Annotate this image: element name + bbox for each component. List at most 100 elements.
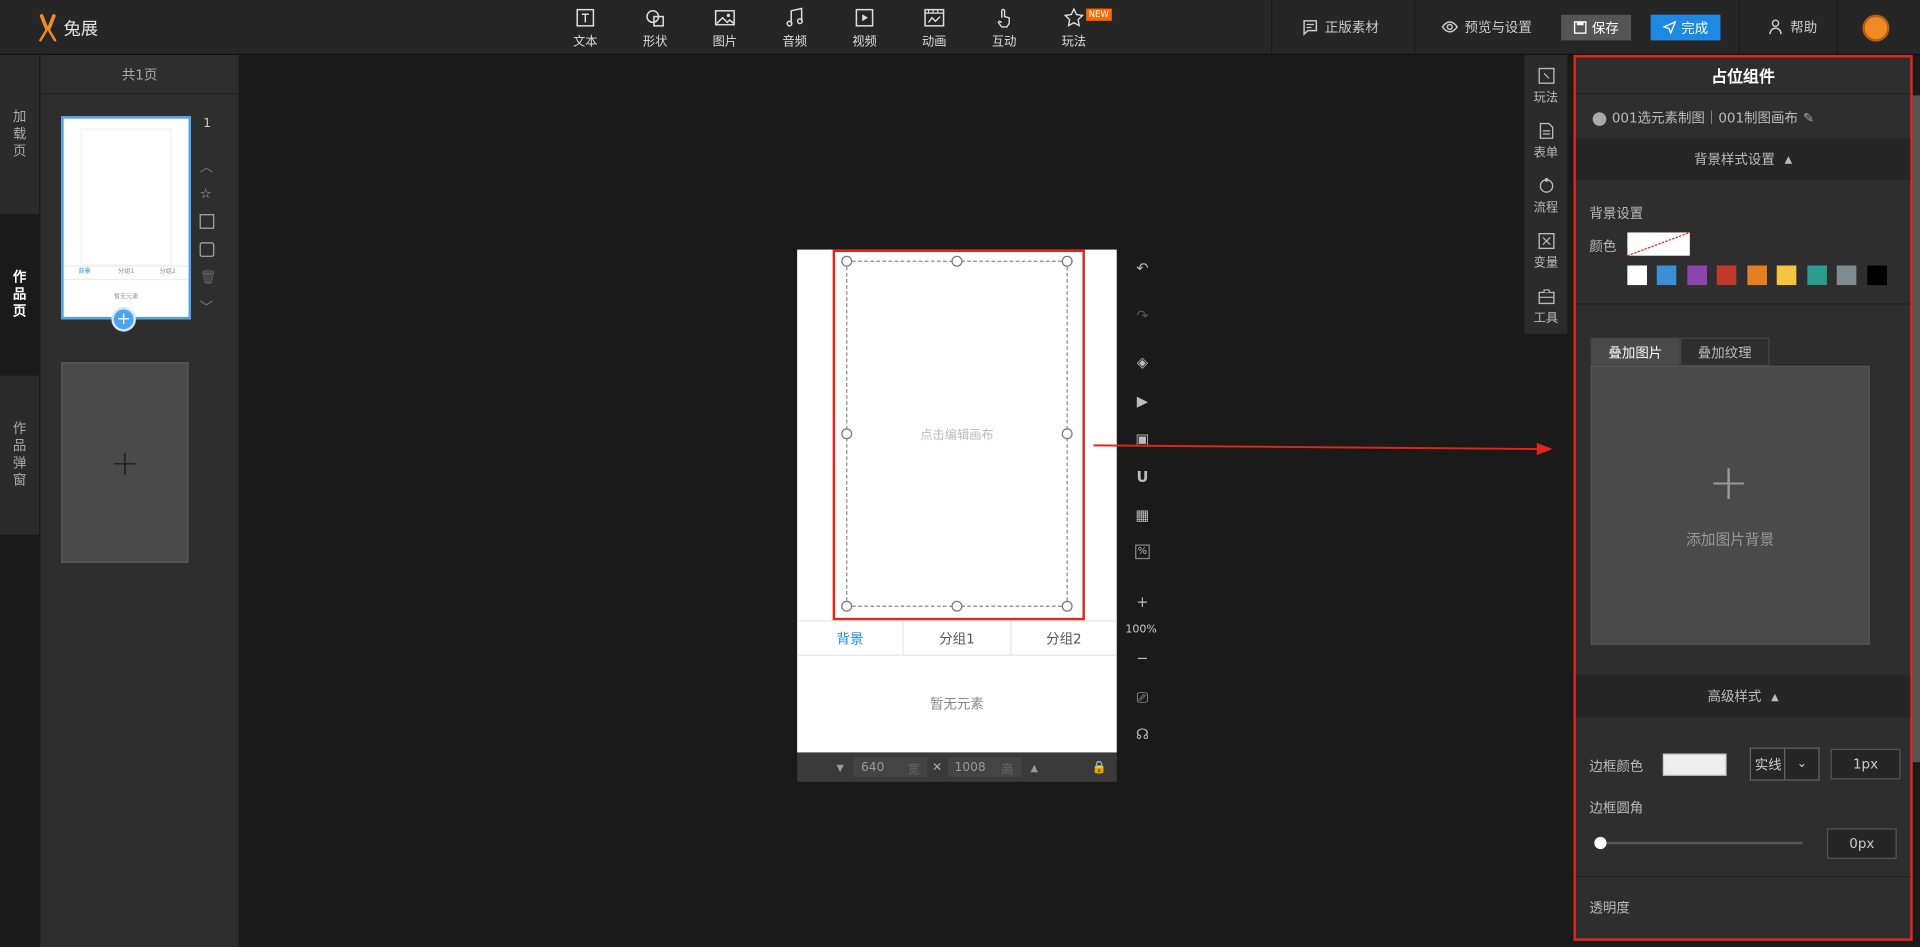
panel-scrollbar[interactable] [1912,95,1920,763]
border-radius-input[interactable]: 0px [1826,828,1897,859]
mini-tools[interactable]: 工具 [1525,279,1568,333]
tool-animation[interactable]: 动画 [910,7,959,49]
resize-handle-tr[interactable] [1061,255,1073,267]
pages-count: 共1页 [40,55,239,95]
tool-video[interactable]: 视频 [840,7,889,49]
tool-text[interactable]: 文本 [561,7,610,49]
empty-elements-text: 暂无元素 [930,696,984,713]
resize-handle-tl[interactable] [841,255,853,267]
canvas-tab-group2[interactable]: 分组2 [1011,622,1117,655]
app-name: 兔展 [63,19,98,40]
tab-loading-page[interactable]: 加载页 [0,55,40,215]
add-page-after-button[interactable]: + [111,307,136,332]
mini-variable[interactable]: 变量 [1525,224,1568,278]
layers-icon[interactable]: ◈ [1133,354,1153,374]
page-thumbnail[interactable]: 背景 分组1 分组2 暂无元素 [61,116,192,320]
bg-style-section-header[interactable]: 背景样式设置 ▲ [1575,138,1911,180]
toolbox-icon [1537,288,1554,304]
new-page-button[interactable]: + [61,362,189,563]
selection-highlight [832,249,1085,621]
caret-up-icon[interactable]: ▲ [1030,762,1038,773]
lock-icon[interactable]: 🔒 [1092,760,1107,773]
canvas-tab-background[interactable]: 背景 [797,621,905,655]
swatch-yellow[interactable] [1776,265,1797,286]
component-path: ⬤ 001选元素制图｜001制图画布 ✎ [1591,109,1815,127]
tool-image[interactable]: 图片 [700,7,749,49]
save-button[interactable]: 保存 [1561,14,1632,41]
delete-page-icon[interactable]: 🗑 [200,269,217,285]
zoom-level: 100% [1125,623,1157,637]
resize-handle-br[interactable] [1061,600,1073,612]
width-input[interactable]: 640 宽 [853,757,928,777]
canvas-tab-group1[interactable]: 分组1 [904,621,1012,655]
variable-icon [1537,232,1554,249]
copy-page-icon[interactable] [199,242,215,257]
section-divider [1575,876,1911,878]
swatch-blue[interactable] [1656,265,1677,286]
swatch-gray[interactable] [1836,265,1857,286]
swatch-orange[interactable] [1747,265,1767,286]
image-icon [714,10,735,26]
resize-handle-r[interactable] [1061,428,1073,440]
thumb-tabs: 背景 分组1 分组2 [63,265,189,281]
mini-form[interactable]: 表单 [1525,114,1568,168]
add-bg-image-label: 添加图片背景 [1686,530,1775,549]
percent-icon[interactable]: % [1135,544,1150,560]
app-logo[interactable]: 兔展 [37,12,98,44]
move-down-icon[interactable]: ﹀ [200,297,215,316]
undo-icon[interactable]: ↶ [1133,259,1153,279]
resize-handle-bl[interactable] [841,600,853,612]
mini-flow[interactable]: 流程 [1525,169,1568,223]
resize-handle-l[interactable] [841,428,853,440]
tab-overlay-texture[interactable]: 叠加纹理 [1680,337,1770,366]
eye-icon [1441,21,1459,33]
resize-handle-t[interactable] [951,255,963,267]
swatch-white[interactable] [1627,265,1647,286]
template-icon[interactable] [199,214,215,229]
advanced-style-section-header[interactable]: 高级样式 ▲ [1575,675,1911,717]
preview-settings-link[interactable]: 预览与设置 [1441,17,1532,37]
swatch-purple[interactable] [1687,265,1707,286]
caret-down-icon[interactable]: ▼ [836,762,844,773]
toolbar-divider [1414,0,1416,56]
border-radius-slider[interactable] [1599,841,1803,845]
edit-pencil-icon[interactable]: ✎ [1803,110,1814,126]
play-icon[interactable]: ▶ [1133,393,1153,413]
redo-icon[interactable]: ↷ [1133,307,1153,327]
slider-handle[interactable] [1594,836,1607,850]
opacity-label: 透明度 [1589,900,1630,917]
zoom-out-icon[interactable]: − [1133,650,1153,670]
animation-icon [924,8,945,27]
swatch-red[interactable] [1716,265,1737,286]
headset-icon[interactable]: ☊ [1133,726,1153,746]
resize-handle-b[interactable] [951,600,963,612]
tool-audio[interactable]: 音频 [770,7,819,49]
annotation-arrow [1093,442,1553,456]
tab-work-popup[interactable]: 作品弹窗 [0,375,40,535]
transparent-color-icon [1627,231,1691,257]
tool-interact[interactable]: 互动 [980,7,1029,49]
border-width-input[interactable]: 1px [1830,748,1901,780]
tool-shape[interactable]: 形状 [631,7,680,49]
color-picker[interactable] [1627,231,1691,257]
height-input[interactable]: 1008 高 [947,757,1021,777]
done-button[interactable]: 完成 [1650,14,1721,41]
swatch-black[interactable] [1867,265,1887,286]
help-link[interactable]: 帮助 [1767,17,1817,37]
favorite-star-icon[interactable]: ☆ [200,186,215,202]
border-color-picker[interactable] [1662,753,1727,776]
hand-icon [997,8,1010,28]
swatch-teal[interactable] [1807,265,1827,286]
preview-screen-icon[interactable]: ⎚ [1133,689,1153,709]
licensed-assets-link[interactable]: 正版素材 [1302,17,1379,37]
border-style-select[interactable]: 实线 ⌄ [1749,747,1820,781]
color-label: 颜色 [1589,238,1617,255]
tab-overlay-image[interactable]: 叠加图片 [1590,337,1681,366]
user-avatar[interactable] [1862,14,1890,42]
grid-icon[interactable]: ▦ [1133,507,1153,527]
magnet-icon[interactable]: U [1133,469,1153,489]
mini-gameplay[interactable]: 玩法 [1525,59,1568,113]
tab-work-page[interactable]: 作品页 [0,215,40,375]
move-up-icon[interactable]: ︿ [200,157,215,175]
zoom-in-icon[interactable]: + [1133,593,1153,613]
